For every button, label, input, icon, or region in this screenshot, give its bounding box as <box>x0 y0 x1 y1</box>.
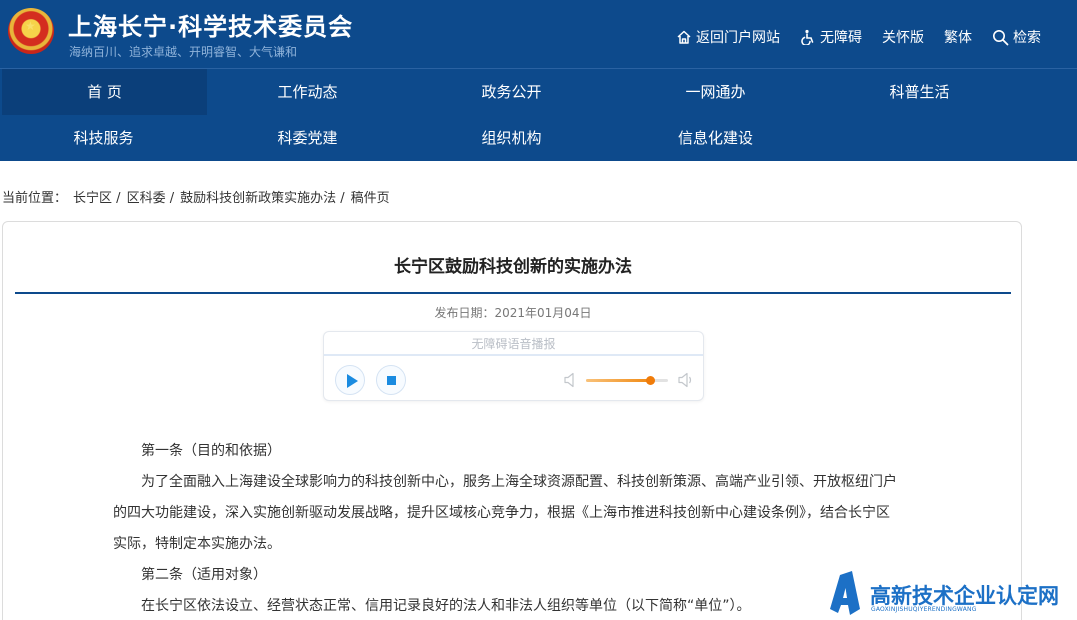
nav-item-home[interactable]: 首 页 <box>2 69 207 115</box>
search-label: 检索 <box>1013 30 1041 46</box>
title-divider <box>15 292 1011 294</box>
breadcrumb-prefix: 当前位置： <box>2 191 68 206</box>
stop-icon <box>387 376 396 385</box>
volume-knob[interactable] <box>645 376 655 385</box>
site-header: ★ 上海长宁·科学技术委员会 海纳百川、追求卓越、开明睿智、大气谦和 返回门户网… <box>0 0 1077 68</box>
audio-player: 无障碍语音播报 <box>323 331 704 401</box>
portal-home-label: 返回门户网站 <box>696 30 780 46</box>
top-links: 返回门户网站 无障碍 关怀版 繁体 检索 <box>676 27 1041 47</box>
article-paragraph: 第二条（适用对象） <box>141 567 267 583</box>
volume-low-icon <box>564 372 574 388</box>
search-link[interactable]: 检索 <box>992 27 1041 47</box>
article-paragraph: 在长宁区依法设立、经营状态正常、信用记录良好的法人和非法人组织等单位（以下简称“… <box>141 598 751 614</box>
portal-home-link[interactable]: 返回门户网站 <box>676 27 780 47</box>
care-version-link[interactable]: 关怀版 <box>882 27 924 47</box>
article-body: 第一条（目的和依据） 为了全面融入上海建设全球影响力的科技创新中心，服务上海全球… <box>113 436 903 620</box>
watermark: 高新技术企业认定网 GAOXINJISHUQIYERENDINGWANG <box>830 571 1077 620</box>
volume-slider[interactable] <box>586 376 668 385</box>
breadcrumb-item-changning[interactable]: 长宁区 <box>73 191 112 206</box>
nav-item-informatization[interactable]: 信息化建设 <box>613 115 818 161</box>
traditional-chinese-label: 繁体 <box>944 30 972 46</box>
breadcrumb-item-district-commission[interactable]: 区科委 <box>127 191 166 206</box>
play-button[interactable] <box>335 365 365 395</box>
traditional-chinese-link[interactable]: 繁体 <box>944 27 972 47</box>
nav-item-science-life[interactable]: 科普生活 <box>817 69 1022 115</box>
home-icon <box>677 30 691 44</box>
article-title: 长宁区鼓励科技创新的实施办法 <box>394 257 632 277</box>
article-panel: 长宁区鼓励科技创新的实施办法 发布日期：2021年01月04日 无障碍语音播报 … <box>2 221 1022 620</box>
care-version-label: 关怀版 <box>882 30 924 46</box>
publish-date: 发布日期：2021年01月04日 <box>434 306 592 320</box>
volume-fill <box>586 379 650 382</box>
audio-player-label: 无障碍语音播报 <box>324 332 703 356</box>
main-nav: 首 页 工作动态 政务公开 一网通办 科普生活 科技服务 科委党建 组织机构 信… <box>0 68 1077 161</box>
stop-button[interactable] <box>376 365 406 395</box>
volume-high-icon <box>678 372 692 388</box>
play-icon <box>347 374 358 388</box>
nav-item-government-affairs[interactable]: 政务公开 <box>409 69 614 115</box>
search-icon <box>993 29 1009 45</box>
breadcrumb-separator: / <box>169 191 175 206</box>
breadcrumb-separator: / <box>340 191 345 206</box>
article-paragraph: 第一条（目的和依据） <box>141 443 281 459</box>
site-slogan: 海纳百川、追求卓越、开明睿智、大气谦和 <box>69 45 298 59</box>
national-emblem-logo: ★ <box>8 8 54 54</box>
nav-item-tech-services[interactable]: 科技服务 <box>1 115 206 161</box>
nav-item-one-stop-service[interactable]: 一网通办 <box>613 69 818 115</box>
accessibility-icon <box>801 29 814 45</box>
accessibility-link[interactable]: 无障碍 <box>800 27 862 47</box>
nav-item-party-building[interactable]: 科委党建 <box>205 115 410 161</box>
watermark-subtitle: GAOXINJISHUQIYERENDINGWANG <box>871 606 977 613</box>
breadcrumb-separator: / <box>116 191 121 206</box>
nav-item-work-news[interactable]: 工作动态 <box>205 69 410 115</box>
article-paragraph: 为了全面融入上海建设全球影响力的科技创新中心，服务上海全球资源配置、科技创新策源… <box>113 474 897 552</box>
watermark-logo <box>830 571 860 615</box>
breadcrumb-item-current: 稿件页 <box>350 191 390 206</box>
accessibility-label: 无障碍 <box>820 30 862 46</box>
breadcrumb: 当前位置： 长宁区 / 区科委 / 鼓励科技创新政策实施办法 / 稿件页 <box>2 187 396 206</box>
site-title[interactable]: 上海长宁·科学技术委员会 <box>68 7 353 42</box>
breadcrumb-item-policy[interactable]: 鼓励科技创新政策实施办法 <box>180 191 336 206</box>
nav-item-organization[interactable]: 组织机构 <box>409 115 614 161</box>
